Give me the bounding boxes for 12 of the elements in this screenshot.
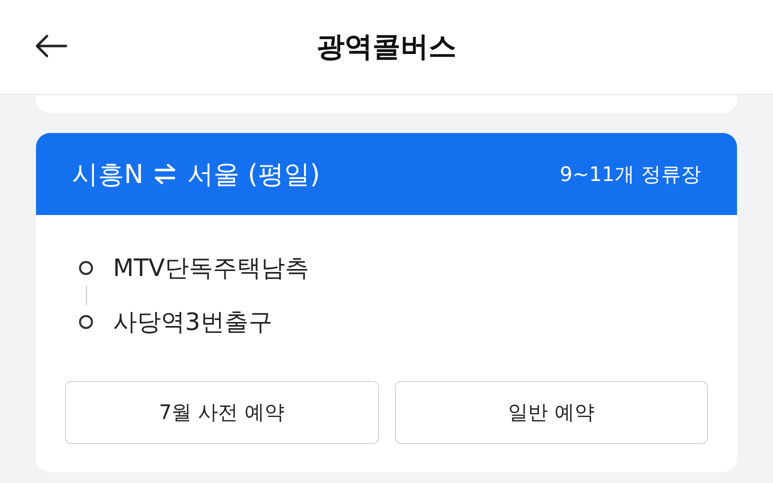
stop-name: MTV단독주택남측 (113, 253, 309, 284)
stop-name: 사당역3번출구 (113, 307, 272, 338)
stop-marker-icon (79, 261, 93, 275)
reservation-button[interactable]: 7월 사전 예약 (65, 381, 378, 444)
back-arrow-icon (34, 34, 68, 58)
origin-text: 시흥N (72, 158, 144, 192)
page-title: 광역콜버스 (316, 29, 456, 65)
swap-arrows-icon (153, 164, 178, 184)
stop-marker-icon (79, 315, 93, 329)
destination-text: 서울 (평일) (187, 158, 320, 192)
stop-count: 9~11개 정류장 (560, 160, 701, 188)
reservation-button[interactable]: 일반 예약 (394, 381, 708, 444)
